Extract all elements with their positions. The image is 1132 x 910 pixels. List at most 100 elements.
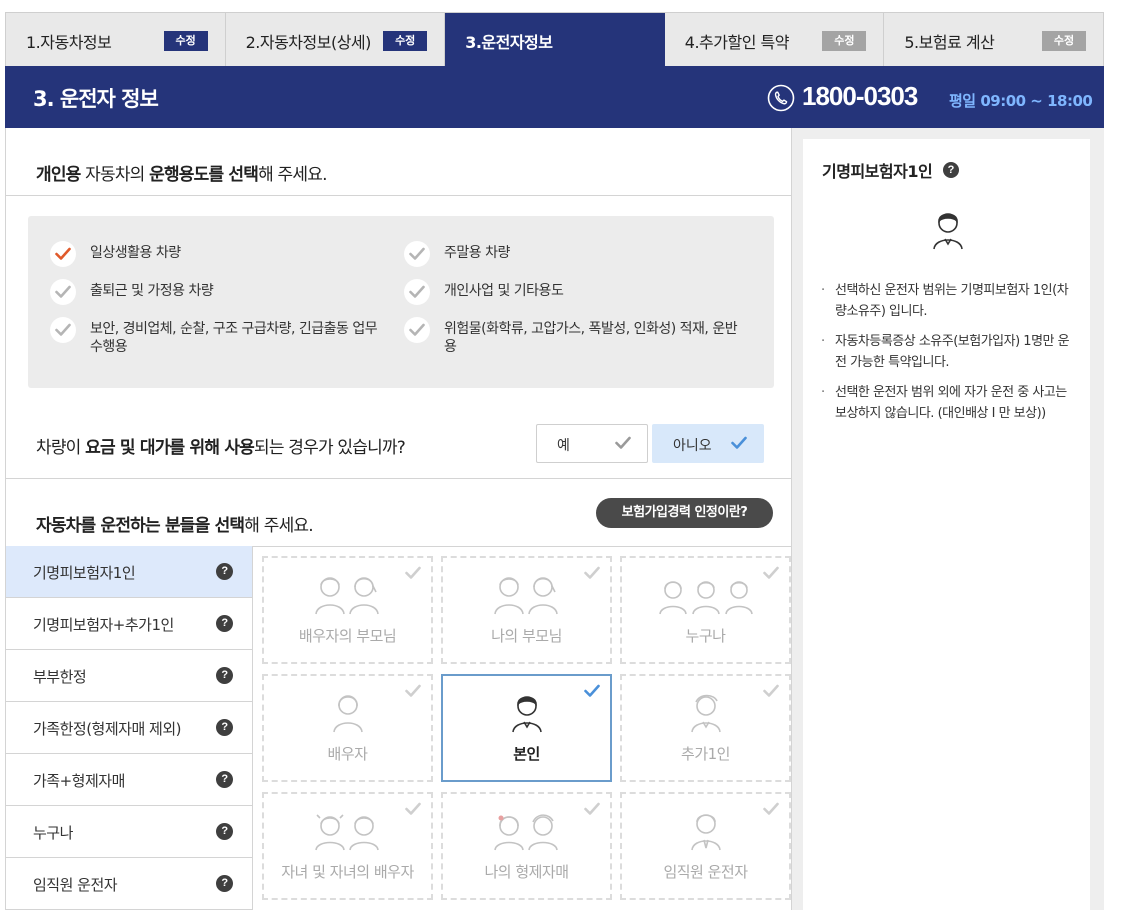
fee-question-text: 차량이 [36,438,86,458]
range-info-note: 자동차등록증상 소유주(보험가입자) 1명만 운전 가능한 특약입니다. [819,331,1071,373]
usage-option-label: 출퇴근 및 가정용 차량 [90,283,214,299]
card-children[interactable]: 자녀 및 자녀의 배우자 [262,792,433,900]
card-label: 임직원 운전자 [663,863,748,881]
phone-number: 1800-0303 [802,81,918,111]
divider [6,478,791,479]
fee-no-button[interactable]: 아니오 [652,424,764,463]
check-icon [50,279,76,305]
usage-title-text: 자동차의 [80,165,150,185]
edit-badge[interactable]: 수정 [1041,31,1086,51]
usage-option-label: 주말용 차량 [444,245,510,261]
card-label: 누구나 [685,627,726,645]
check-icon [50,317,76,343]
driver-form: 개인용 자동차의 운행용도를 선택해 주세요. 일상생활용 차량 주말용 차량 … [5,128,792,910]
usage-option-business[interactable]: 개인사업 및 기타용도 [404,279,744,305]
range-label: 기명피보험자+추가1인 [33,616,174,634]
range-info-note: 선택한 운전자 범위 외에 자가 운전 중 사고는 보상하지 않습니다. (대인… [819,382,1071,424]
step-tabs: 1.자동차정보 수정 2.자동차정보(상세) 수정 3.운전자정보 4.추가할인… [5,12,1104,67]
section-header: 3. 운전자 정보 1800-0303 평일 09:00 ~ 18:00 [5,66,1104,128]
range-info-title: 기명피보험자1인 [822,162,933,181]
usage-option-security[interactable]: 보안, 경비업체, 순찰, 구조 구급차량, 긴급출동 업무수행용 [50,317,380,356]
card-my-parents[interactable]: 나의 부모님 [441,556,612,664]
range-info-panel: 기명피보험자1인 ? 선택하신 운전자 범위는 기명피보험자 1인(차량소유주)… [803,139,1090,910]
tab-driver-info[interactable]: 3.운전자정보 [445,13,665,67]
range-named-plus-one[interactable]: 기명피보험자+추가1인 ? [6,598,252,650]
range-employees[interactable]: 임직원 운전자 ? [6,858,252,910]
range-family[interactable]: 가족한정(형제자매 제외) ? [6,702,252,754]
range-label: 누구나 [33,824,73,842]
usage-option-label: 위험물(화학류, 고압가스, 폭발성, 인화성) 적재, 운반용 [444,321,738,355]
tab-label: 4.추가할인 특약 [684,33,790,52]
range-family-siblings[interactable]: 가족+형제자매 ? [6,754,252,806]
range-info-note: 선택하신 운전자 범위는 기명피보험자 1인(차량소유주) 입니다. [819,280,1071,322]
range-label: 가족+형제자매 [33,772,125,790]
insurance-history-button[interactable]: 보험가입경력 인정이란? [596,498,773,528]
usage-title-text: 해 주세요. [258,165,327,185]
check-icon [50,241,76,267]
card-additional-one[interactable]: 추가1인 [620,674,791,782]
card-employees[interactable]: 임직원 운전자 [620,792,791,900]
range-named-only[interactable]: 기명피보험자1인 ? [6,546,252,598]
fee-no-label: 아니오 [673,438,712,454]
check-icon [404,279,430,305]
help-icon[interactable]: ? [216,563,233,580]
tab-premium[interactable]: 5.보험료 계산 수정 [884,13,1104,67]
fee-yes-button[interactable]: 예 [536,424,648,463]
edit-badge[interactable]: 수정 [822,31,867,51]
range-label: 부부한정 [33,668,87,686]
check-icon [584,566,600,579]
tab-car-info[interactable]: 1.자동차정보 수정 [6,13,226,67]
usage-option-daily[interactable]: 일상생활용 차량 [50,241,390,267]
page-title: 3. 운전자 정보 [33,87,159,111]
check-icon [763,566,779,579]
check-icon [584,802,600,815]
card-siblings[interactable]: 나의 형제자매 [441,792,612,900]
tab-label: 5.보험료 계산 [904,33,995,52]
check-icon [405,802,421,815]
edit-badge[interactable]: 수정 [383,31,428,51]
man-icon [926,207,970,255]
help-icon[interactable]: ? [216,719,233,736]
card-label: 본인 [513,745,540,763]
usage-option-label: 일상생활용 차량 [90,245,181,261]
help-icon[interactable]: ? [216,771,233,788]
usage-option-label: 보안, 경비업체, 순찰, 구조 구급차량, 긴급출동 업무수행용 [90,321,378,355]
tab-car-detail[interactable]: 2.자동차정보(상세) 수정 [225,13,446,67]
usage-option-label: 개인사업 및 기타용도 [444,283,564,299]
usage-option-commute[interactable]: 출퇴근 및 가정용 차량 [50,279,390,305]
driver-range-list: 기명피보험자1인 ? 기명피보험자+추가1인 ? 부부한정 ? 가족한정(형제자… [6,546,253,910]
edit-badge[interactable]: 수정 [163,31,208,51]
range-label: 기명피보험자1인 [33,564,136,582]
card-self[interactable]: 본인 [441,674,612,782]
card-label: 나의 부모님 [491,627,562,645]
range-info-notes: 선택하신 운전자 범위는 기명피보험자 1인(차량소유주) 입니다. 자동차등록… [819,280,1071,433]
card-spouse-parents[interactable]: 배우자의 부모님 [262,556,433,664]
usage-option-hazardous[interactable]: 위험물(화학류, 고압가스, 폭발성, 인화성) 적재, 운반용 [404,317,744,356]
help-icon[interactable]: ? [216,875,233,892]
drivers-question: 자동차를 운전하는 분들을 선택해 주세요. [36,511,314,536]
usage-option-weekend[interactable]: 주말용 차량 [404,241,744,267]
card-anyone[interactable]: 누구나 [620,556,791,664]
range-couple[interactable]: 부부한정 ? [6,650,252,702]
tab-label: 3.운전자정보 [465,33,553,52]
fee-question: 차량이 요금 및 대가를 위해 사용되는 경우가 있습니까? [36,433,406,458]
help-icon[interactable]: ? [216,823,233,840]
check-icon [584,684,600,697]
tab-discount[interactable]: 4.추가할인 특약 수정 [664,13,885,67]
help-icon[interactable]: ? [943,162,959,178]
card-label: 자녀 및 자녀의 배우자 [281,863,414,881]
fee-question-strong: 요금 및 대가를 위해 사용 [85,438,255,458]
phone-icon [767,84,795,112]
help-icon[interactable]: ? [216,667,233,684]
card-spouse[interactable]: 배우자 [262,674,433,782]
check-icon [763,802,779,815]
help-icon[interactable]: ? [216,615,233,632]
tab-label: 2.자동차정보(상세) [245,33,372,52]
card-label: 배우자 [327,745,368,763]
check-icon [405,566,421,579]
card-label: 추가1인 [681,745,730,763]
check-icon [404,241,430,267]
range-anyone[interactable]: 누구나 ? [6,806,252,858]
drivers-title-strong: 자동차를 운전하는 분들을 선택 [36,516,245,536]
usage-title-strong: 개인용 [36,165,81,185]
